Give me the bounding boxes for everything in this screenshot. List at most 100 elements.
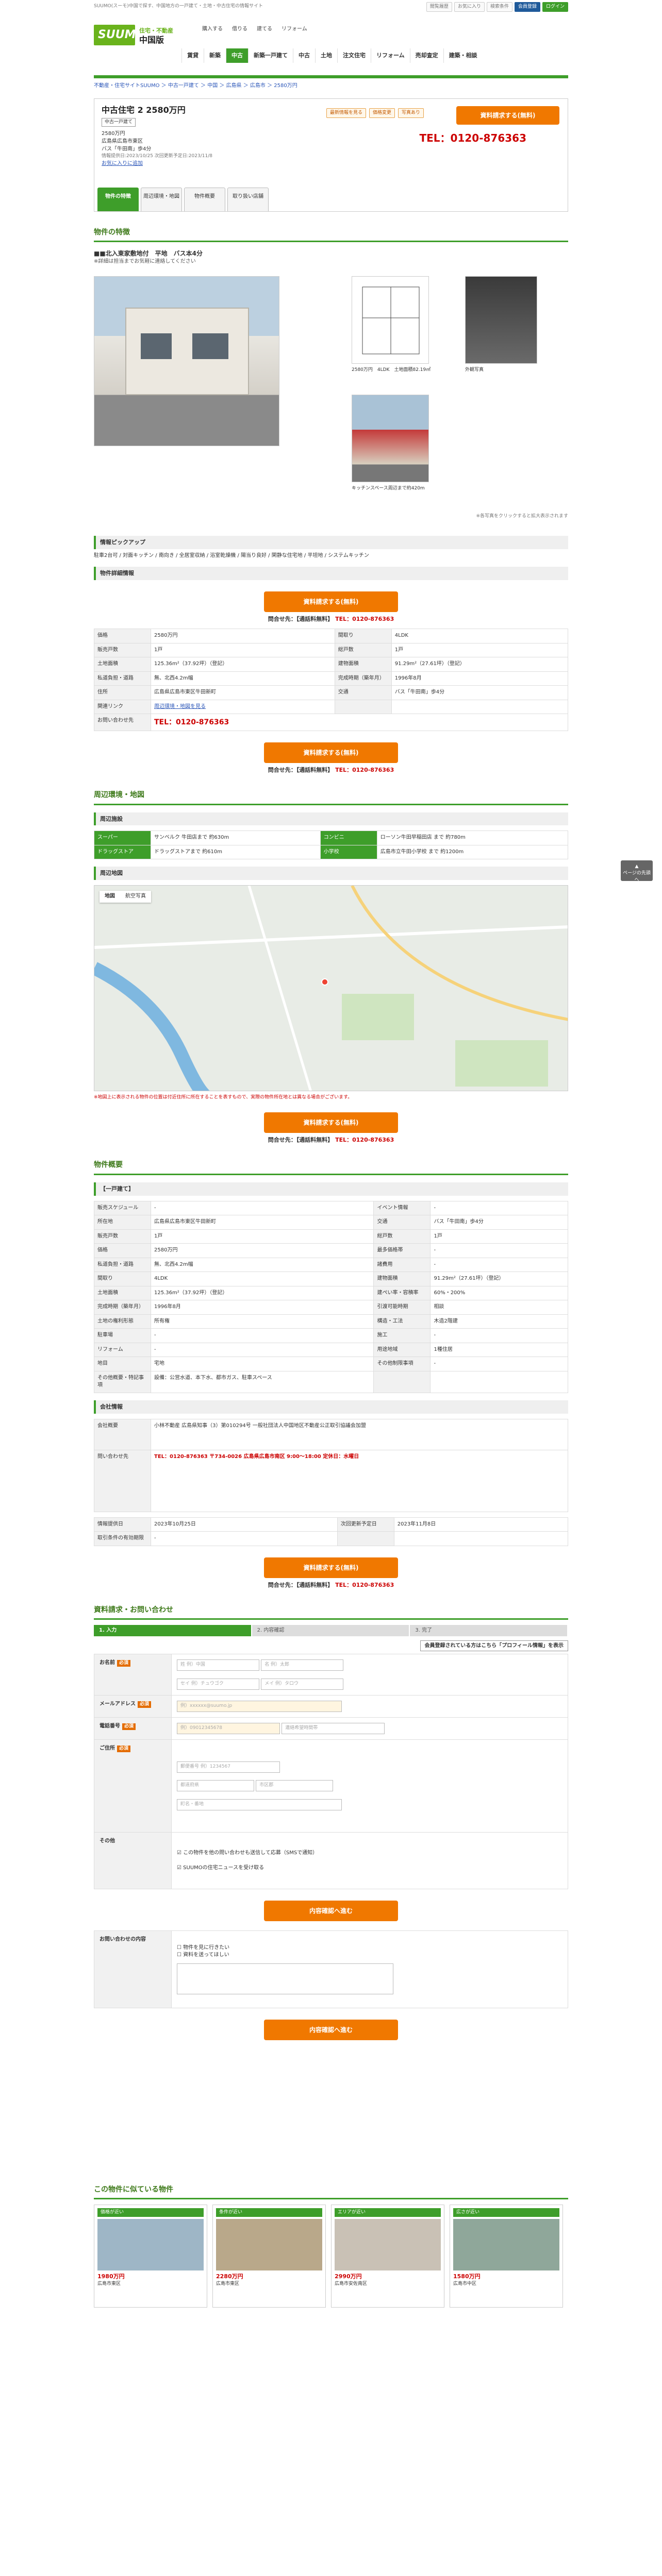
zip-field[interactable]: 郵便番号 例）1234567 [177,1761,280,1773]
tab-features[interactable]: 物件の特徴 [97,187,139,211]
map-tab[interactable]: 地図 [100,891,120,903]
photo-caption: 2580万円 4LDK 土地面積82.19㎡ [352,367,431,372]
register-button[interactable]: 会員登録 [514,2,540,12]
top-link-build[interactable]: 建てる [257,26,272,33]
nav-item[interactable]: 土地 [315,48,337,63]
top-link-buy[interactable]: 購入する [202,26,223,33]
tab-shop[interactable]: 取り扱い店舗 [227,187,269,211]
nav-item[interactable]: 中古 [293,48,315,63]
checkbox-row[interactable]: ☑ SUUMOの住宅ニュースを受け取る [177,1865,562,1872]
confirm-button[interactable]: 内容確認へ進む [264,2019,398,2040]
table-row: ドラッグストア ドラッグストアまで 約610m 小学校 広島市立牛田小学校 まで 約1… [94,844,569,860]
form-row: 電話番号 必須 例）09012345678 連絡希望時間帯 [94,1717,568,1740]
inquiry-textarea[interactable] [177,1963,393,1994]
saved-search-link[interactable]: 検索条件 [486,2,512,12]
request-button[interactable]: 資料請求する(無料) [264,591,398,613]
street-field[interactable]: 町名・番地 [177,1799,342,1810]
form-row: お名前 必須 姓 例）中国 名 例）太郎 セイ 例）チュウゴク メイ 例）タロウ [94,1654,568,1696]
request-button[interactable]: 資料請求する(無料) [264,1112,398,1133]
features-sub: ※詳細は担当までお気軽に連絡してください [94,259,196,265]
user-links: 閲覧履歴 お気に入り 検索条件 会員登録 ログイン [426,2,568,12]
login-button[interactable]: ログイン [542,2,568,12]
table-row: 販売戸数 1戸 総戸数 1戸 [94,1229,568,1244]
profile-button[interactable]: 会員登録されている方はこちら「プロフィール情報」を表示 [420,1640,568,1651]
checkbox-row[interactable]: ☑ この物件を他の問い合わせも送信して応募（SMSで通知） [177,1850,562,1857]
first-kana-input[interactable]: メイ 例）タロウ [261,1678,344,1690]
last-name-input[interactable]: 姓 例）中国 [177,1659,259,1671]
city-select[interactable]: 市区郡 [256,1780,334,1792]
table-row: 取引条件の有効期限 - [94,1531,569,1546]
phone-field[interactable]: 例）09012345678 [177,1722,280,1734]
top-links: 購入する 借りる 建てる リフォーム [202,26,307,33]
table-row: リフォーム - 用途地域 1種住居 [94,1342,568,1358]
map-type-tabs: 地図 航空写真 [100,891,151,903]
recommend-heading: この物件に似ている物件 [94,2179,568,2200]
facilities-heading: 周辺施設 [94,812,568,826]
table-row: 所在地 広島県広島市東区牛田新町 交通 バス「牛田南」歩4分 [94,1215,568,1230]
checkbox-row[interactable]: ☐ 物件を見に行きたい [177,1944,562,1952]
step: 3. 完了 [410,1624,568,1636]
history-link[interactable]: 閲覧履歴 [426,2,452,12]
first-name-input[interactable]: 名 例）太郎 [261,1659,344,1671]
exterior-photo[interactable] [465,276,537,364]
table-row: スーパー サンベルク 牛田店まで 約630m コンビニ ローソン牛田早稲田店 まで 約… [94,831,569,845]
form-row: その他 ☑ この物件を他の問い合わせも送信して応募（SMSで通知） ☑ SUUM… [94,1832,568,1889]
recommend-card[interactable]: 条件が近い 2280万円 広島市東区 [212,2205,326,2308]
suumo-logo[interactable]: SUUMO [94,25,145,45]
property-header: 中古住宅 2 2580万円 中古一戸建て 2580万円 広島県広島市東区 バス「… [94,98,568,212]
map-heading: 周辺地図 [94,867,568,880]
map[interactable]: 地図 航空写真 [94,885,568,1092]
last-kana-input[interactable]: セイ 例）チュウゴク [177,1678,259,1690]
recommend-card[interactable]: 広さが近い 1580万円 広島市中区 [450,2205,563,2308]
nav-item[interactable]: 賃貸 [181,48,204,63]
floorplan-photo[interactable] [352,276,429,364]
tel-line: 問合せ先：【通話料無料】 TEL：0120-876363 [268,767,394,774]
breadcrumb[interactable]: 不動産・住宅サイトSUUMO ＞ 中古一戸建て ＞ 中国 ＞ 広島県 ＞ 広島市… [94,78,568,94]
facilities-table: スーパー サンベルク 牛田店まで 約630m コンビニ ローソン牛田早稲田店 まで 約… [94,831,569,860]
contact-form: お名前 必須 姓 例）中国 名 例）太郎 セイ 例）チュウゴク メイ 例）タロウ … [94,1654,568,1889]
nav-item[interactable]: 新築一戸建て [248,48,293,63]
checkbox-row[interactable]: ☐ 資料を送ってほしい [177,1952,562,1959]
global-nav: 賃貸 新築 中古 新築一戸建て 中古 土地 注文住宅 リフォーム 売却査定 建築… [181,48,483,63]
recommend-card[interactable]: エリアが近い 2990万円 広島市安佐南区 [331,2205,444,2308]
topbar: SUUMO(スーモ)中国で探す、中国地方の一戸建て・土地・中古住宅の情報サイト … [94,0,568,16]
tab-overview[interactable]: 物件概要 [184,187,225,211]
main-photo[interactable] [94,276,279,446]
request-button[interactable]: 資料請求する(無料) [456,106,559,125]
form-row: お問い合わせの内容 ☐ 物件を見に行きたい ☐ 資料を送ってほしい [94,1930,568,2008]
table-row: 土地面積 125.36m²（37.92坪）（登記） 建物面積 91.29m²（27.6… [94,657,569,672]
favorite-link[interactable]: お気に入りに追加 [102,161,143,166]
table-row: 情報提供日 2023年10月25日 次回更新予定日 2023年11月8日 [94,1517,569,1532]
email-field[interactable]: 例）xxxxxx@suumo.jp [177,1700,342,1712]
detail-heading: 物件詳細情報 [94,567,568,581]
area-link[interactable]: 周辺環境・地図を見る [154,704,206,709]
aerial-tab[interactable]: 航空写真 [120,891,151,903]
nav-item-active[interactable]: 中古 [226,48,248,63]
nav-item[interactable]: 新築 [204,48,226,63]
page-top-button[interactable]: ▲ ページの先頭へ [621,860,653,883]
contact-time-select[interactable]: 連絡希望時間帯 [282,1722,385,1734]
request-button[interactable]: 資料請求する(無料) [264,1557,398,1578]
nav-item[interactable]: 建築・相談 [443,48,483,63]
badges: 最新情報を見る 価格変更 写真あり [326,108,424,118]
recommend-card[interactable]: 価格が近い 1980万円 広島市東区 [94,2205,207,2308]
nav-item[interactable]: リフォーム [371,48,410,63]
table-row: 私道負担・道路 無、北西4.2m幅 諸費用 - [94,1257,568,1273]
prefecture-select[interactable]: 都道府県 [177,1780,254,1792]
tab-area[interactable]: 周辺環境・地図 [141,187,182,211]
confirm-button[interactable]: 内容確認へ進む [264,1900,398,1921]
top-link-reform[interactable]: リフォーム [282,26,307,33]
table-row: 土地面積 125.36m²（37.92坪）（登記） 建ぺい率・容積率 60%・200% [94,1285,568,1301]
badge: 価格変更 [369,108,395,118]
step: 2. 内容確認 [252,1624,409,1636]
request-button[interactable]: 資料請求する(無料) [264,742,398,764]
nav-item[interactable]: 売却査定 [409,48,443,63]
badge[interactable]: 最新情報を見る [326,108,367,118]
table-row: 問い合わせ先 TEL：0120-876363 〒734-0026 広島県広島市南区… [94,1449,568,1512]
nav-item[interactable]: 注文住宅 [337,48,371,63]
nearby-photo[interactable] [352,394,429,482]
overview-heading: 物件概要 [94,1155,568,1175]
favorites-link[interactable]: お気に入り [454,2,485,12]
top-link-rent[interactable]: 借りる [232,26,247,33]
features-heading: 物件の特徴 [94,222,568,242]
